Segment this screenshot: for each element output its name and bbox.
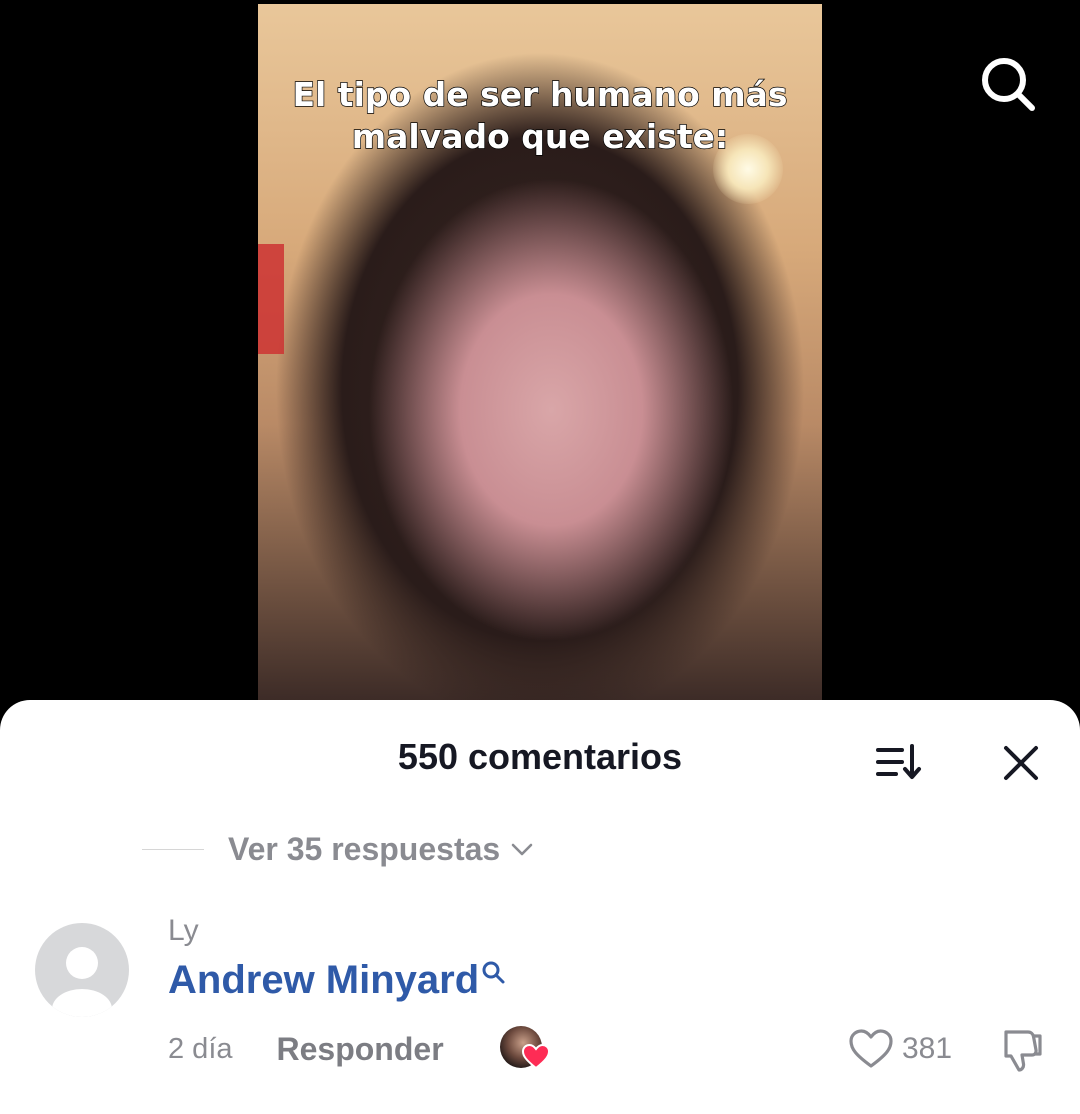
default-avatar-icon [52, 947, 112, 1017]
comment-username[interactable]: Ly [168, 914, 199, 948]
magnifier-mention-icon[interactable] [481, 960, 507, 986]
search-icon [982, 58, 1035, 111]
background-red-object [258, 244, 284, 354]
comment-text: Andrew Minyard [168, 958, 507, 1003]
comment-meta-row: 2 día Responder [168, 1026, 552, 1072]
like-button[interactable]: 381 [848, 1028, 952, 1070]
commenter-avatar[interactable] [35, 923, 129, 1017]
close-button[interactable] [998, 740, 1044, 786]
liked-by-creator-badge [499, 1026, 552, 1072]
caption-line-2: malvado que existe: [351, 116, 729, 156]
view-replies-link[interactable]: Ver 35 respuestas [228, 831, 500, 868]
heart-outline-icon [849, 1029, 893, 1068]
chevron-down-icon [511, 843, 533, 856]
close-icon [1004, 746, 1038, 780]
comment-timestamp: 2 día [168, 1032, 233, 1065]
video-area[interactable]: El tipo de ser humano más malvado que ex… [0, 0, 1080, 720]
video-caption: El tipo de ser humano más malvado que ex… [258, 74, 822, 158]
reply-button[interactable]: Responder [277, 1031, 444, 1068]
dislike-button[interactable] [998, 1028, 1046, 1074]
sort-icon [876, 744, 921, 779]
comments-sheet: 550 comentarios Ver 35 respuestas Ly And… [0, 700, 1080, 1114]
thumbs-down-icon [1004, 1030, 1042, 1072]
comment-mention-link[interactable]: Andrew Minyard [168, 958, 479, 1003]
search-button[interactable] [978, 54, 1038, 114]
sort-button[interactable] [872, 740, 928, 786]
like-count: 381 [902, 1032, 953, 1065]
view-replies-row[interactable]: Ver 35 respuestas [142, 826, 534, 872]
replies-divider [142, 848, 204, 850]
creator-heart-icon [521, 1044, 550, 1070]
caption-line-1: El tipo de ser humano más [292, 74, 788, 114]
video-frame[interactable]: El tipo de ser humano más malvado que ex… [258, 4, 822, 704]
